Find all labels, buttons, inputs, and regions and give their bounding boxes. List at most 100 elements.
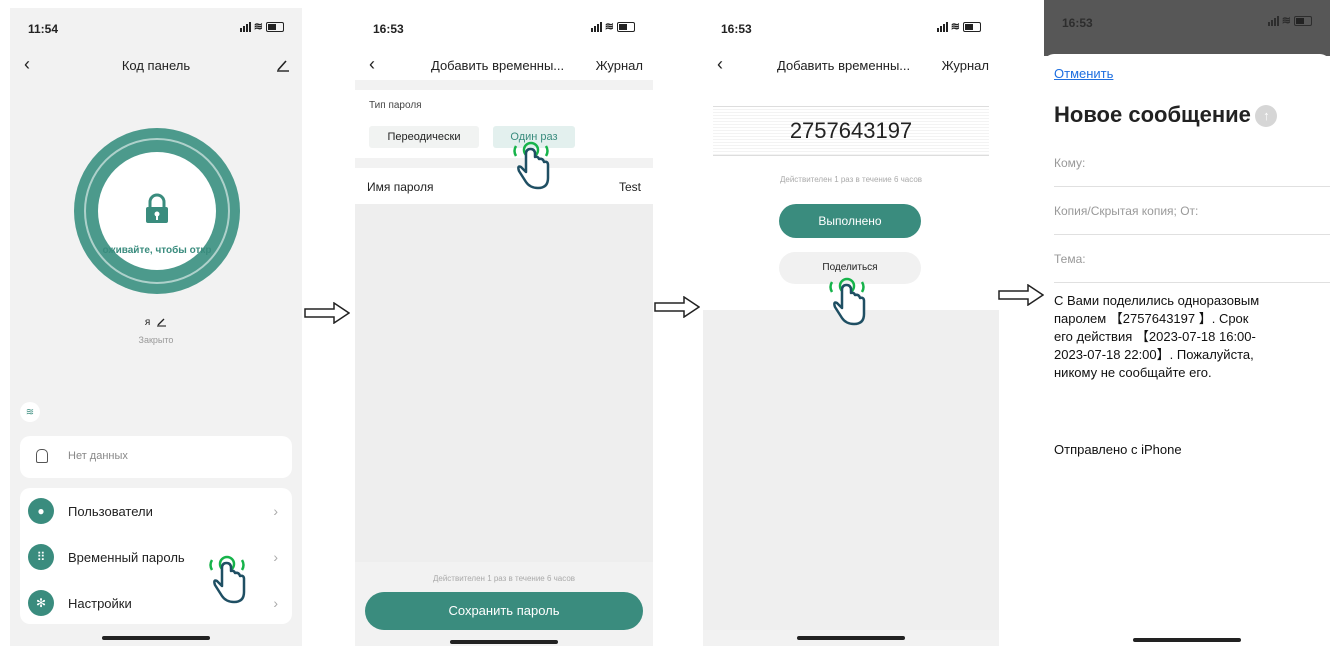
battery-icon: [266, 21, 284, 32]
type-periodic-button[interactable]: Переодически: [369, 126, 479, 148]
lock-icon: [146, 193, 168, 223]
tap-hand-icon: [209, 555, 246, 604]
menu-item-label: Пользователи: [68, 503, 153, 519]
user-icon: ●: [28, 498, 54, 524]
home-indicator: [1133, 638, 1241, 642]
subject-label: Тема:: [1054, 252, 1086, 266]
message-body[interactable]: С Вами поделились одноразовым паролем 【2…: [1054, 292, 1324, 382]
menu-item-label: Настройки: [68, 595, 132, 611]
gear-icon: ✻: [28, 590, 54, 616]
status-time: 16:53: [1062, 16, 1093, 30]
nav-bar: ‹ Код панель: [10, 52, 302, 82]
status-time: 16:53: [373, 22, 404, 36]
lock-name-row: я: [10, 317, 302, 328]
status-bar: 16:53 ≋: [703, 20, 999, 40]
chevron-right-icon: ›: [273, 595, 278, 611]
password-type-section: Тип пароля Переодически Один раз: [355, 90, 653, 158]
battery-icon: [963, 21, 981, 32]
battery-icon: [617, 21, 635, 32]
screen-new-message: 16:53 ≋ Отменить Новое сообщение ↑ Кому:…: [1044, 0, 1330, 646]
cc-from-field[interactable]: Копия/Скрытая копия; От:: [1054, 186, 1330, 235]
chevron-right-icon: ›: [273, 549, 278, 565]
status-bar: 16:53 ≋: [1044, 14, 1330, 34]
back-icon[interactable]: ‹: [717, 54, 723, 75]
signature: Отправлено с iPhone: [1054, 442, 1182, 457]
body-line: 2023-07-18 22:00】. Пожалуйста,: [1054, 347, 1254, 362]
send-icon[interactable]: ↑: [1255, 105, 1278, 127]
page-title: Код панель: [121, 58, 191, 73]
connection-badge: ≋: [20, 402, 40, 422]
to-label: Кому:: [1054, 156, 1086, 170]
journal-link[interactable]: Журнал: [596, 58, 643, 73]
screen-code-panel: 11:54 ≋ ‹ Код панель оживайте, чтобы отк…: [10, 8, 302, 646]
nav-bar: ‹ Добавить временны... Журнал: [355, 52, 653, 80]
unlock-hint-text: оживайте, чтобы откр: [102, 245, 212, 256]
body-line: никому не сообщайте его.: [1054, 365, 1212, 380]
tap-hand-icon: [829, 277, 866, 326]
cc-from-label: Копия/Скрытая копия; От:: [1054, 204, 1199, 218]
status-icons: ≋: [936, 20, 981, 33]
battery-icon: [1294, 15, 1312, 26]
compose-title-text: Новое сообщение: [1054, 102, 1251, 127]
bell-icon: [36, 449, 48, 463]
nav-bar: ‹ Добавить временны... Журнал: [703, 52, 999, 82]
home-indicator: [797, 636, 905, 640]
alerts-card[interactable]: Нет данных: [20, 436, 292, 478]
to-field[interactable]: Кому:: [1054, 140, 1330, 187]
wifi-icon: ≋: [253, 21, 263, 33]
status-icons: ≋: [590, 20, 635, 33]
back-icon[interactable]: ‹: [369, 54, 375, 75]
screen-add-temp-password: 16:53 ≋ ‹ Добавить временны... Журнал Ти…: [355, 8, 653, 646]
home-indicator: [450, 640, 558, 644]
menu-item-label: Временный пароль: [68, 549, 185, 565]
status-time: 16:53: [721, 22, 752, 36]
password-name-value[interactable]: Test: [619, 180, 641, 194]
password-type-label: Тип пароля: [369, 100, 422, 111]
tap-hand-icon: [513, 141, 550, 190]
empty-area: [703, 310, 999, 630]
arrow-right-icon: [304, 302, 350, 324]
status-icons: ≋: [239, 20, 284, 33]
page-title: Добавить временны...: [431, 58, 565, 73]
page-title: Добавить временны...: [777, 58, 911, 73]
edit-icon[interactable]: [276, 58, 290, 72]
password-name-row[interactable]: Имя пароля Test: [355, 168, 653, 204]
home-indicator: [102, 636, 210, 640]
validity-text: Действителен 1 раз в течение 6 часов: [432, 574, 576, 583]
journal-link[interactable]: Журнал: [942, 58, 989, 73]
content-area: [355, 204, 653, 562]
arrow-right-icon: [998, 284, 1044, 306]
lock-name: я: [144, 317, 151, 328]
password-name-label: Имя пароля: [367, 180, 434, 194]
signal-icon: [1267, 15, 1279, 26]
wifi-icon: ≋: [604, 21, 614, 33]
menu-item-users[interactable]: ● Пользователи ›: [20, 488, 292, 534]
status-bar: 16:53 ≋: [355, 8, 653, 52]
body-line: его действия 【2023-07-18 16:00-: [1054, 329, 1256, 344]
status-bar: 11:54 ≋: [10, 20, 302, 40]
signal-icon: [590, 21, 602, 32]
keypad-icon: ⠿: [28, 544, 54, 570]
chevron-right-icon: ›: [273, 503, 278, 519]
status-time: 11:54: [28, 22, 59, 36]
compose-title: Новое сообщение ↑: [1054, 102, 1278, 128]
body-line: С Вами поделились одноразовым: [1054, 293, 1260, 308]
signal-icon: [936, 21, 948, 32]
validity-text: Действителен 1 раз в течение 6 часов: [779, 175, 923, 184]
unlock-hint: оживайте, чтобы откр: [80, 240, 234, 256]
done-button[interactable]: Выполнено: [779, 204, 921, 238]
wifi-icon: ≋: [950, 21, 960, 33]
unlock-ring[interactable]: оживайте, чтобы откр: [74, 128, 240, 294]
lock-status: Закрыто: [138, 335, 174, 345]
alerts-text: Нет данных: [68, 450, 128, 462]
edit-name-icon[interactable]: [156, 317, 167, 327]
body-line: паролем 【2757643197 】. Срок: [1054, 311, 1249, 326]
signal-icon: [239, 21, 251, 32]
cancel-link[interactable]: Отменить: [1054, 66, 1113, 81]
subject-field[interactable]: Тема:: [1054, 234, 1330, 283]
wifi-icon: ≋: [1281, 15, 1291, 27]
arrow-right-icon: [654, 296, 700, 318]
save-password-button[interactable]: Сохранить пароль: [365, 592, 643, 630]
password-value: 2757643197: [789, 118, 913, 143]
wifi-badge-icon: ≋: [25, 406, 35, 418]
